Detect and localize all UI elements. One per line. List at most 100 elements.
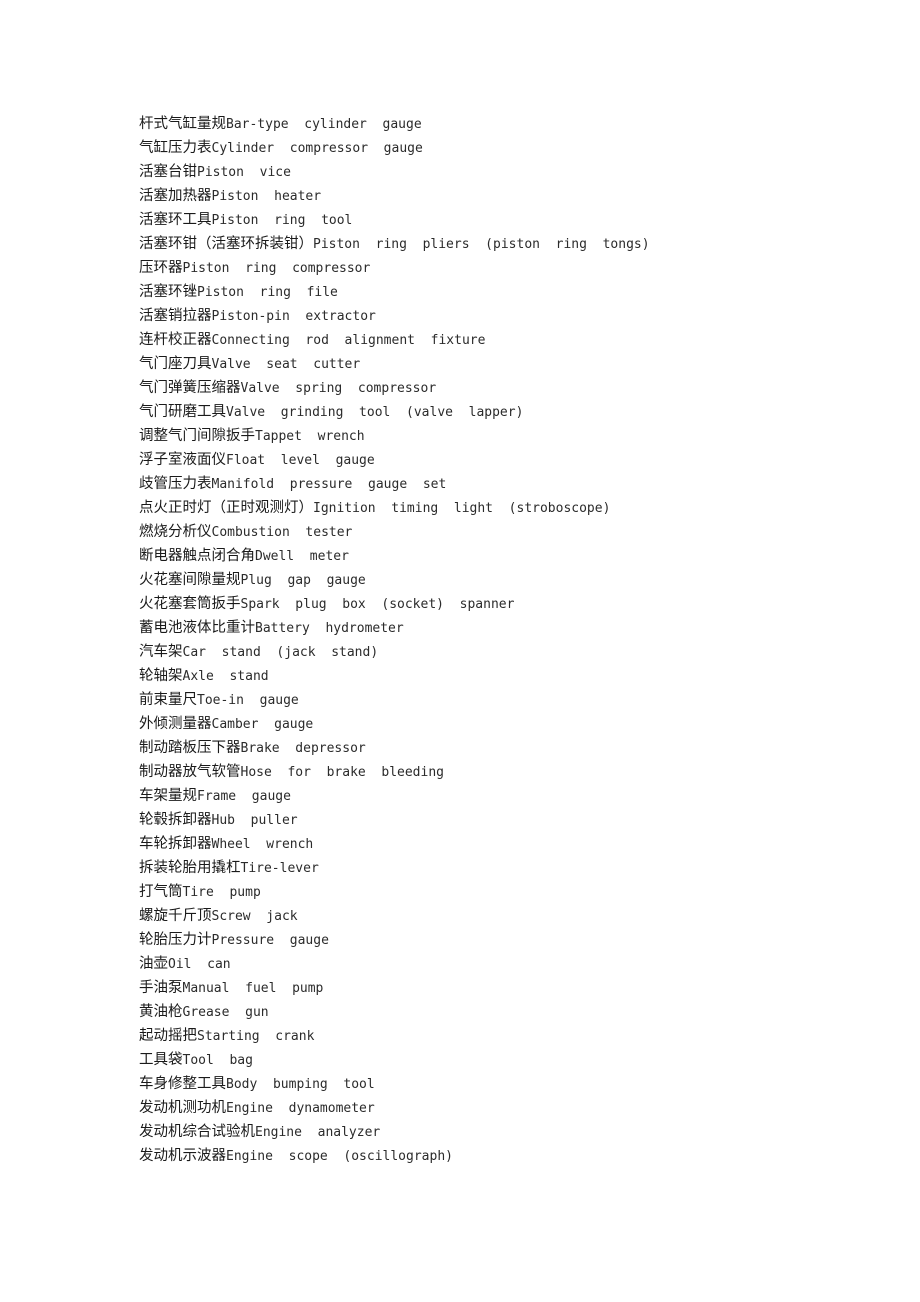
glossary-term-zh: 活塞环钳（活塞环拆装钳） (139, 236, 313, 252)
glossary-term-en: Piston ring compressor (182, 261, 371, 276)
glossary-line: 蓄电池液体比重计Battery hydrometer (139, 616, 880, 640)
glossary-line: 汽车架Car stand (jack stand) (139, 640, 880, 664)
glossary-term-zh: 发动机综合试验机 (139, 1124, 255, 1140)
glossary-term-en: Plug gap gauge (240, 573, 366, 588)
glossary-term-en: Oil can (168, 957, 231, 972)
glossary-term-zh: 活塞销拉器 (139, 308, 212, 324)
glossary-term-zh: 打气筒 (139, 884, 183, 900)
glossary-term-zh: 发动机测功机 (139, 1100, 226, 1116)
glossary-term-zh: 制动踏板压下器 (139, 740, 241, 756)
glossary-term-en: Valve grinding tool (valve lapper) (226, 405, 524, 420)
glossary-term-zh: 火花塞间隙量规 (139, 572, 241, 588)
glossary-term-zh: 气门研磨工具 (139, 404, 226, 420)
glossary-line: 轮胎压力计Pressure gauge (139, 928, 880, 952)
glossary-term-en: Camber gauge (211, 717, 314, 732)
glossary-term-zh: 汽车架 (139, 644, 183, 660)
glossary-term-zh: 轮胎压力计 (139, 932, 212, 948)
glossary-term-zh: 火花塞套筒扳手 (139, 596, 241, 612)
glossary-line: 火花塞套筒扳手Spark plug box (socket) spanner (139, 592, 880, 616)
glossary-term-zh: 活塞加热器 (139, 188, 212, 204)
glossary-term-en: Float level gauge (226, 453, 375, 468)
glossary-line: 螺旋千斤顶Screw jack (139, 904, 880, 928)
glossary-term-en: Starting crank (197, 1029, 315, 1044)
glossary-list: 杆式气缸量规Bar-type cylinder gauge 气缸压力表Cylind… (139, 112, 880, 1168)
glossary-term-en: Piston-pin extractor (211, 309, 376, 324)
glossary-term-en: Hub puller (211, 813, 298, 828)
glossary-line: 气门研磨工具Valve grinding tool (valve lapper) (139, 400, 880, 424)
glossary-line: 车架量规Frame gauge (139, 784, 880, 808)
glossary-term-zh: 轮轴架 (139, 668, 183, 684)
glossary-line: 火花塞间隙量规Plug gap gauge (139, 568, 880, 592)
glossary-term-en: Battery hydrometer (255, 621, 404, 636)
glossary-term-en: Axle stand (182, 669, 269, 684)
glossary-term-en: Piston ring pliers (piston ring tongs) (313, 237, 650, 252)
glossary-line: 前束量尺Toe-in gauge (139, 688, 880, 712)
glossary-term-zh: 发动机示波器 (139, 1148, 226, 1164)
glossary-term-zh: 起动摇把 (139, 1028, 197, 1044)
glossary-line: 外倾测量器Camber gauge (139, 712, 880, 736)
glossary-line: 轮毂拆卸器Hub puller (139, 808, 880, 832)
glossary-line: 活塞环钳（活塞环拆装钳）Piston ring pliers (piston r… (139, 232, 880, 256)
glossary-line: 黄油枪Grease gun (139, 1000, 880, 1024)
glossary-line: 气门弹簧压缩器Valve spring compressor (139, 376, 880, 400)
glossary-line: 制动踏板压下器Brake depressor (139, 736, 880, 760)
glossary-term-zh: 车轮拆卸器 (139, 836, 212, 852)
glossary-line: 手油泵Manual fuel pump (139, 976, 880, 1000)
glossary-line: 起动摇把Starting crank (139, 1024, 880, 1048)
glossary-term-zh: 断电器触点闭合角 (139, 548, 255, 564)
glossary-line: 调整气门间隙扳手Tappet wrench (139, 424, 880, 448)
glossary-term-en: Tappet wrench (255, 429, 365, 444)
glossary-term-zh: 制动器放气软管 (139, 764, 241, 780)
glossary-term-zh: 车架量规 (139, 788, 197, 804)
glossary-line: 拆装轮胎用撬杠Tire-lever (139, 856, 880, 880)
glossary-term-en: Wheel wrench (211, 837, 314, 852)
glossary-line: 气缸压力表Cylinder compressor gauge (139, 136, 880, 160)
glossary-term-en: Connecting rod alignment fixture (211, 333, 486, 348)
glossary-term-en: Ignition timing light (stroboscope) (313, 501, 611, 516)
glossary-term-en: Spark plug box (socket) spanner (240, 597, 515, 612)
glossary-term-en: Car stand (jack stand) (182, 645, 379, 660)
glossary-term-en: Combustion tester (211, 525, 353, 540)
glossary-line: 油壶Oil can (139, 952, 880, 976)
glossary-line: 活塞销拉器Piston-pin extractor (139, 304, 880, 328)
glossary-term-zh: 黄油枪 (139, 1004, 183, 1020)
glossary-line: 轮轴架Axle stand (139, 664, 880, 688)
glossary-term-en: Bar-type cylinder gauge (226, 117, 422, 132)
glossary-term-en: Toe-in gauge (197, 693, 299, 708)
glossary-term-zh: 前束量尺 (139, 692, 197, 708)
glossary-term-en: Valve seat cutter (211, 357, 361, 372)
glossary-term-zh: 拆装轮胎用撬杠 (139, 860, 241, 876)
glossary-term-zh: 活塞环工具 (139, 212, 212, 228)
glossary-line: 发动机示波器Engine scope (oscillograph) (139, 1144, 880, 1168)
glossary-term-en: Brake depressor (240, 741, 366, 756)
glossary-line: 活塞加热器Piston heater (139, 184, 880, 208)
glossary-term-en: Tire pump (182, 885, 261, 900)
glossary-term-zh: 浮子室液面仪 (139, 452, 226, 468)
glossary-term-en: Pressure gauge (211, 933, 329, 948)
glossary-line: 断电器触点闭合角Dwell meter (139, 544, 880, 568)
glossary-line: 压环器Piston ring compressor (139, 256, 880, 280)
glossary-term-en: Hose for brake bleeding (240, 765, 445, 780)
glossary-term-zh: 杆式气缸量规 (139, 116, 226, 132)
glossary-term-zh: 气门弹簧压缩器 (139, 380, 241, 396)
glossary-term-zh: 气缸压力表 (139, 140, 212, 156)
document-page: 杆式气缸量规Bar-type cylinder gauge 气缸压力表Cylind… (0, 0, 920, 1302)
glossary-term-zh: 活塞台钳 (139, 164, 197, 180)
glossary-term-zh: 活塞环锉 (139, 284, 197, 300)
glossary-line: 活塞台钳Piston vice (139, 160, 880, 184)
glossary-term-en: Tire-lever (240, 861, 319, 876)
glossary-term-en: Piston heater (211, 189, 322, 204)
glossary-term-zh: 连杆校正器 (139, 332, 212, 348)
glossary-term-zh: 气门座刀具 (139, 356, 212, 372)
glossary-term-zh: 轮毂拆卸器 (139, 812, 212, 828)
glossary-term-zh: 调整气门间隙扳手 (139, 428, 255, 444)
glossary-line: 气门座刀具Valve seat cutter (139, 352, 880, 376)
glossary-line: 活塞环锉Piston ring file (139, 280, 880, 304)
glossary-line: 车身修整工具Body bumping tool (139, 1072, 880, 1096)
glossary-line: 燃烧分析仪Combustion tester (139, 520, 880, 544)
glossary-line: 工具袋Tool bag (139, 1048, 880, 1072)
glossary-term-zh: 车身修整工具 (139, 1076, 226, 1092)
glossary-line: 连杆校正器Connecting rod alignment fixture (139, 328, 880, 352)
glossary-term-zh: 蓄电池液体比重计 (139, 620, 255, 636)
glossary-term-zh: 燃烧分析仪 (139, 524, 212, 540)
